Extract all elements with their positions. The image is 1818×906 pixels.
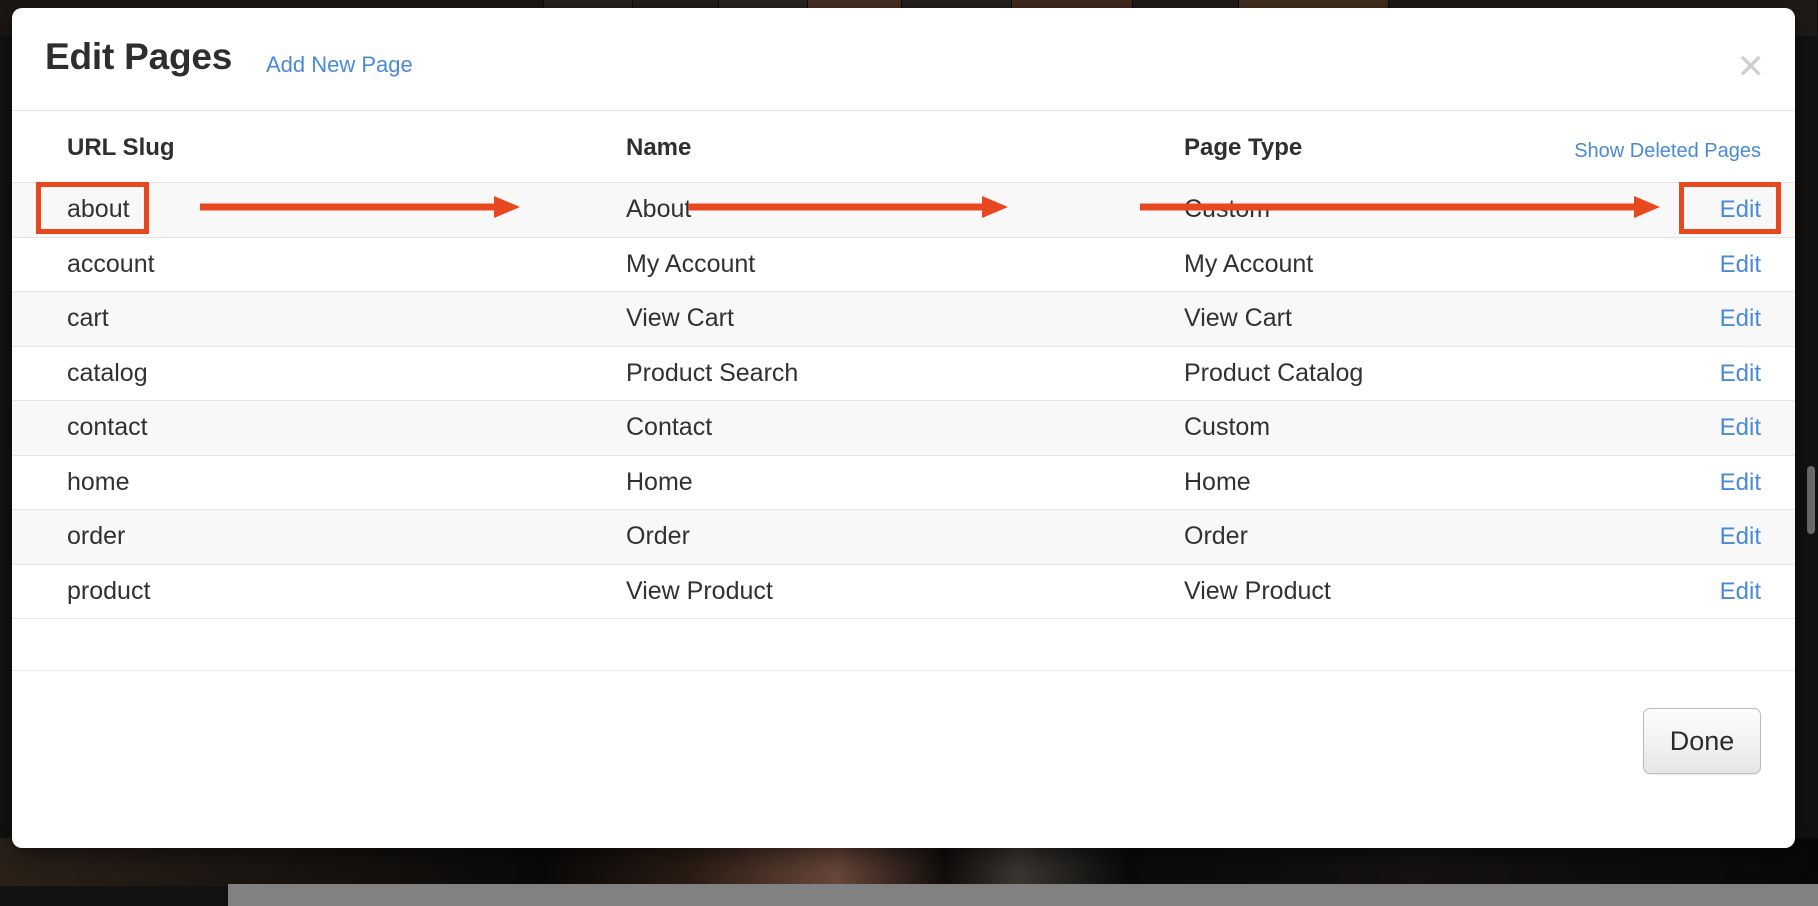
table-row: product View Product View Product Edit: [12, 563, 1795, 619]
edit-link[interactable]: Edit: [1720, 305, 1761, 333]
header-divider: [12, 110, 1795, 111]
cell-name: About: [626, 195, 692, 223]
close-icon[interactable]: ✕: [1737, 50, 1766, 84]
done-button[interactable]: Done: [1643, 708, 1761, 774]
table-row: about About Custom Edit: [12, 182, 1795, 237]
table-row: order Order Order Edit: [12, 509, 1795, 564]
cell-page-type: View Product: [1184, 576, 1331, 605]
cell-url-slug: order: [67, 522, 126, 550]
table-row: account My Account My Account Edit: [12, 236, 1795, 292]
edit-link[interactable]: Edit: [1720, 414, 1761, 442]
cell-url-slug: contact: [67, 413, 148, 441]
dialog-header: Edit Pages Add New Page ✕: [12, 8, 1795, 111]
table-body: about About Custom Edit account My Account My …: [12, 182, 1795, 619]
add-new-page-link[interactable]: Add New Page: [266, 52, 413, 78]
cell-url-slug: home: [67, 467, 130, 496]
bottom-toolbar: [228, 884, 1818, 906]
cell-name: Home: [626, 467, 693, 496]
edit-link[interactable]: Edit: [1720, 523, 1761, 551]
cell-name: My Account: [626, 249, 756, 278]
cell-url-slug: about: [67, 195, 130, 223]
cell-name: Contact: [626, 413, 713, 441]
table-row: contact Contact Custom Edit: [12, 400, 1795, 455]
table-header-row: URL Slug Name Page Type Show Deleted Pag…: [12, 118, 1795, 182]
cell-page-type: Product Catalog: [1184, 358, 1364, 387]
cell-page-type: My Account: [1184, 249, 1314, 278]
cell-page-type: Home: [1184, 467, 1251, 496]
edit-link[interactable]: Edit: [1720, 251, 1761, 279]
edit-link[interactable]: Edit: [1720, 360, 1761, 388]
column-header-page-type: Page Type: [1184, 134, 1303, 161]
table-row: cart View Cart View Cart Edit: [12, 291, 1795, 346]
table-row: catalog Product Search Product Catalog Edit: [12, 345, 1795, 401]
cell-url-slug: account: [67, 249, 155, 278]
cell-page-type: Order: [1184, 522, 1248, 550]
cell-name: View Product: [626, 576, 773, 605]
column-header-name: Name: [626, 134, 692, 161]
cell-url-slug: product: [67, 576, 151, 605]
cell-page-type: Custom: [1184, 195, 1271, 223]
edit-link[interactable]: Edit: [1720, 469, 1761, 497]
page-scrollbar-thumb[interactable]: [1807, 466, 1815, 534]
cell-name: Product Search: [626, 358, 799, 387]
page-title: Edit Pages: [45, 36, 233, 77]
pages-table: URL Slug Name Page Type Show Deleted Pag…: [12, 118, 1795, 619]
cell-page-type: View Cart: [1184, 304, 1292, 332]
dialog-footer: Done: [12, 670, 1795, 848]
cell-page-type: Custom: [1184, 413, 1271, 441]
show-deleted-pages-link[interactable]: Show Deleted Pages: [1574, 140, 1761, 163]
footer-divider: [12, 670, 1795, 671]
column-header-url-slug: URL Slug: [67, 134, 175, 161]
edit-link[interactable]: Edit: [1720, 196, 1761, 224]
cell-name: Order: [626, 522, 690, 550]
cell-name: View Cart: [626, 304, 734, 332]
edit-link[interactable]: Edit: [1720, 578, 1761, 606]
cell-url-slug: catalog: [67, 358, 148, 387]
cell-url-slug: cart: [67, 304, 109, 332]
table-row: home Home Home Edit: [12, 454, 1795, 510]
edit-pages-dialog: Edit Pages Add New Page ✕ URL Slug Name …: [12, 8, 1795, 848]
